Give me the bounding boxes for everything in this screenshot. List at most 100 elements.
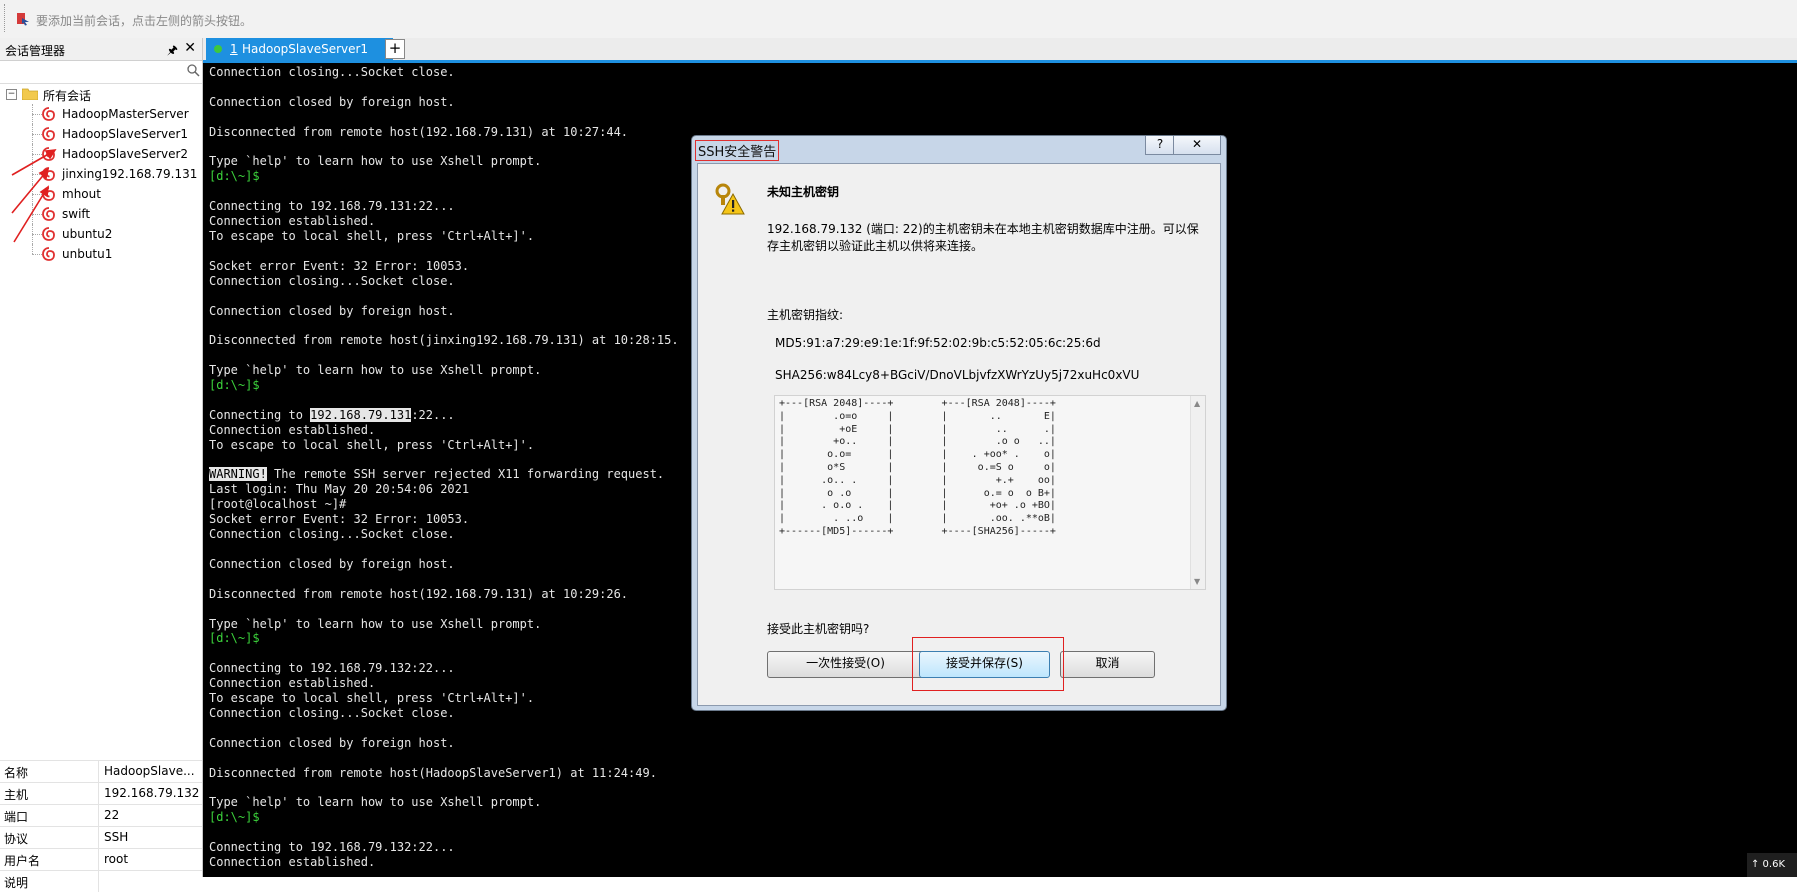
terminal-line: Connection closed by foreign host. — [209, 95, 679, 110]
terminal-line: Connecting to 192.168.79.131:22... — [209, 199, 679, 214]
terminal-line: ​ — [209, 646, 679, 661]
session-icon — [42, 127, 55, 141]
terminal-text: Disconnected from remote host(HadoopSlav… — [209, 765, 657, 780]
terminal-line: Last login: Thu May 20 20:54:06 2021 — [209, 482, 679, 497]
session-item[interactable]: ubuntu2 — [0, 224, 202, 244]
property-key: 端口 — [0, 805, 99, 826]
terminal-line: Connection closing...Socket close. — [209, 65, 679, 80]
close-icon[interactable]: ✕ — [184, 40, 196, 56]
terminal-text: Connection closed by foreign host. — [209, 735, 455, 750]
terminal-line: ​ — [209, 453, 679, 468]
terminal-line: ​ — [209, 781, 679, 796]
tree-line — [32, 244, 33, 254]
cancel-button[interactable]: 取消 — [1060, 651, 1155, 678]
terminal-text: To escape to local shell, press 'Ctrl+Al… — [209, 437, 535, 452]
pin-icon[interactable]: 🖈︎ — [167, 41, 178, 62]
session-item-label: jinxing192.168.79.131 — [62, 167, 198, 181]
terminal-line: ​ — [209, 110, 679, 125]
session-icon — [42, 167, 55, 181]
terminal-line: ​ — [209, 721, 679, 736]
terminal-text: To escape to local shell, press 'Ctrl+Al… — [209, 228, 535, 243]
terminal-text: Disconnected from remote host(192.168.79… — [209, 586, 629, 601]
session-item-label: mhout — [62, 187, 101, 201]
property-key: 用户名 — [0, 849, 99, 870]
tree-root-label: 所有会话 — [43, 89, 92, 103]
terminal-line: ​ — [209, 140, 679, 155]
accept-once-button[interactable]: 一次性接受(O) — [767, 651, 924, 678]
terminal-text: Connecting to 192.168.79.131:22... — [209, 199, 455, 214]
terminal-text: Connection closing...Socket close. — [209, 65, 455, 79]
new-tab-button[interactable]: + — [385, 39, 405, 59]
session-item[interactable]: swift — [0, 204, 202, 224]
terminal-line: [d:\~]$ — [209, 169, 679, 184]
randomart-box[interactable]: +---[RSA 2048]----+ +---[RSA 2048]----+ … — [774, 395, 1206, 590]
terminal-line: To escape to local shell, press 'Ctrl+Al… — [209, 691, 679, 706]
terminal-line: Disconnected from remote host(192.168.79… — [209, 587, 679, 602]
property-row: 名称 HadoopSlave... — [0, 760, 202, 782]
search-input[interactable] — [2, 63, 186, 81]
terminal-line: ​ — [209, 542, 679, 557]
tree-root-all-sessions[interactable]: − 所有会话 — [0, 84, 202, 104]
session-item-label: HadoopMasterServer — [62, 107, 189, 121]
dialog-body: 未知主机密钥 192.168.79.132 (端口: 22)的主机密钥未在本地主… — [697, 163, 1221, 706]
terminal-text: Connection closing...Socket close. — [209, 527, 455, 542]
terminal-text: :22... — [411, 407, 455, 422]
terminal-line: ​ — [209, 289, 679, 304]
session-item[interactable]: mhout — [0, 184, 202, 204]
session-search — [0, 61, 202, 84]
terminal-line: [d:\~]$ — [209, 631, 679, 646]
terminal-text: [d:\~]$ — [209, 631, 260, 646]
terminal-line: To escape to local shell, press 'Ctrl+Al… — [209, 229, 679, 244]
session-item[interactable]: jinxing192.168.79.131 — [0, 164, 202, 184]
session-item[interactable]: HadoopSlaveServer2 — [0, 144, 202, 164]
terminal-text: Type `help' to learn how to use Xshell p… — [209, 154, 542, 169]
help-button[interactable]: ? — [1145, 136, 1175, 155]
dialog-heading: 未知主机密钥 — [767, 185, 840, 199]
session-item[interactable]: unbutu1 — [0, 244, 202, 264]
toolbar-grip[interactable] — [4, 4, 8, 32]
session-item[interactable]: HadoopSlaveServer1 — [0, 124, 202, 144]
search-icon[interactable] — [186, 63, 200, 77]
accept-and-save-button[interactable]: 接受并保存(S) — [919, 651, 1050, 678]
tree-line — [32, 214, 42, 215]
add-session-arrow-icon[interactable] — [16, 12, 30, 26]
session-tree: − 所有会话 HadoopMasterServer HadoopSlaveServ… — [0, 84, 202, 264]
property-row: 用户名 root — [0, 848, 202, 870]
property-value: SSH — [104, 830, 129, 844]
terminal-text: Connecting to 192.168.79.132:22... — [209, 840, 455, 855]
terminal-text: Connection closing...Socket close. — [209, 273, 455, 288]
tab-number: 1 — [230, 42, 238, 56]
terminal-line: ​ — [209, 244, 679, 259]
terminal-line: Disconnected from remote host(HadoopSlav… — [209, 766, 679, 781]
session-item-label: HadoopSlaveServer2 — [62, 147, 189, 161]
tab-hadoopslaveserver1[interactable]: 1 HadoopSlaveServer1 — [206, 38, 393, 60]
terminal-line: Connection established. — [209, 214, 679, 229]
session-item[interactable]: HadoopMasterServer — [0, 104, 202, 124]
randomart-scrollbar[interactable]: ▲ ▼ — [1190, 396, 1205, 589]
collapse-icon[interactable]: − — [6, 89, 17, 100]
ssh-security-warning-dialog: SSH安全警告 ? ✕ 未知主机密钥 192.168.79.132 (端口: 2… — [691, 135, 1227, 711]
terminal-text: The remote SSH server rejected X11 forwa… — [266, 467, 665, 482]
property-value: root — [104, 852, 129, 866]
hint-bar: 要添加当前会话，点击左侧的箭头按钮。 — [0, 0, 1797, 39]
terminal-line: Disconnected from remote host(192.168.79… — [209, 125, 679, 140]
terminal-text: Socket error Event: 32 Error: 10053. — [209, 512, 470, 527]
terminal-line: ​ — [209, 602, 679, 617]
dialog-title: SSH安全警告 — [695, 140, 780, 161]
terminal-line: ​ — [209, 572, 679, 587]
folder-icon — [22, 88, 38, 100]
scroll-down-icon[interactable]: ▼ — [1194, 577, 1200, 586]
dialog-close-button[interactable]: ✕ — [1173, 136, 1221, 155]
property-row: 说明 — [0, 870, 202, 892]
randomart-text: +---[RSA 2048]----+ +---[RSA 2048]----+ … — [779, 398, 1056, 537]
terminal-text: Connecting to — [209, 407, 311, 422]
tree-line — [32, 154, 42, 155]
key-warning-icon — [715, 183, 745, 215]
property-row: 协议 SSH — [0, 826, 202, 848]
terminal-line: [root@localhost ~]# — [209, 497, 679, 512]
property-row: 端口 22 — [0, 804, 202, 826]
terminal-text: Connection established. — [209, 676, 376, 691]
scroll-up-icon[interactable]: ▲ — [1194, 399, 1200, 408]
terminal-line: Type `help' to learn how to use Xshell p… — [209, 363, 679, 378]
terminal-line: Connection established. — [209, 676, 679, 691]
